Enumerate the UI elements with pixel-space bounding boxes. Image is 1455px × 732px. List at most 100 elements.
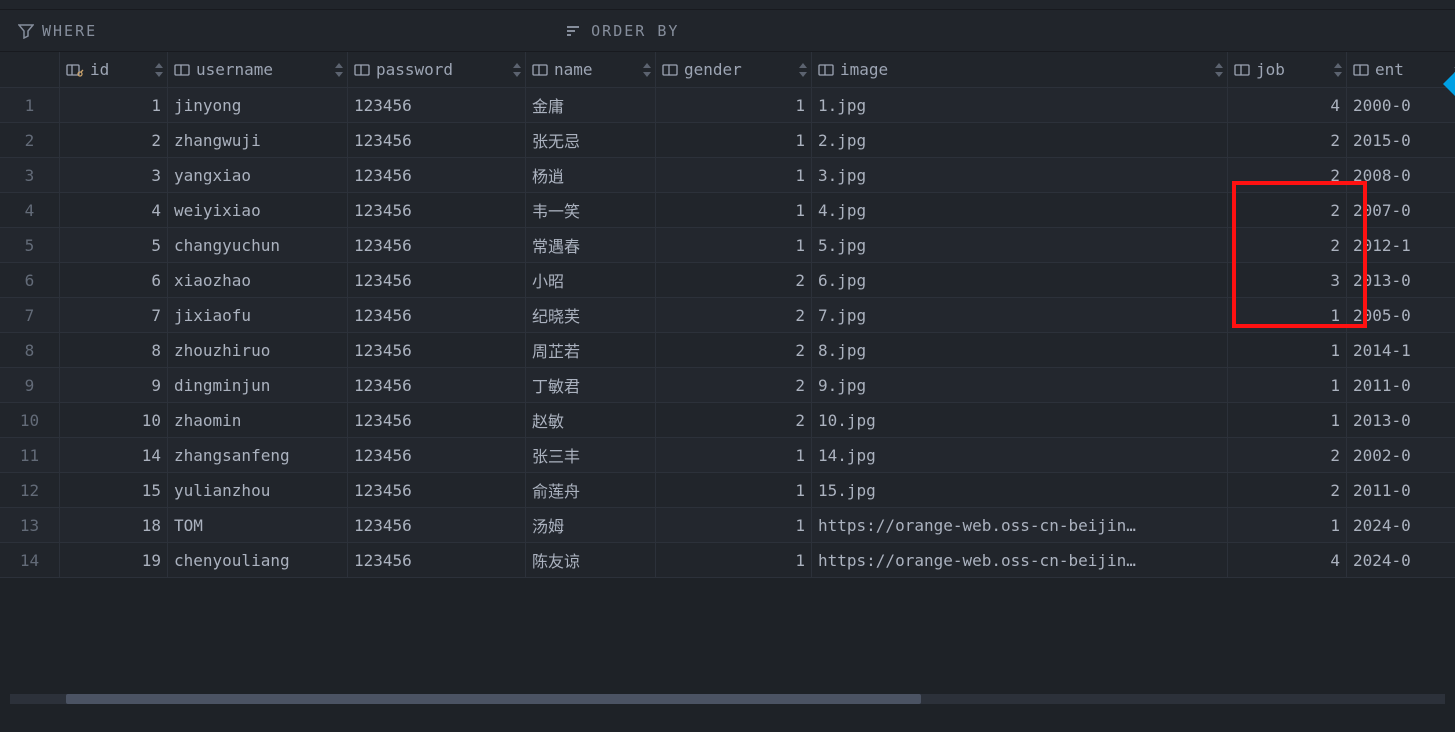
table-row[interactable]: 55changyuchun123456常遇春15.jpg22012-1 bbox=[0, 228, 1455, 263]
sort-arrows-icon[interactable] bbox=[1332, 63, 1342, 77]
cell-job[interactable]: 2 bbox=[1228, 123, 1347, 157]
cell-username[interactable]: yulianzhou bbox=[168, 473, 348, 507]
table-row[interactable]: 66xiaozhao123456小昭26.jpg32013-0 bbox=[0, 263, 1455, 298]
orderby-filter[interactable]: ORDER BY bbox=[553, 18, 691, 44]
cell-job[interactable]: 4 bbox=[1228, 543, 1347, 577]
cell-id[interactable]: 14 bbox=[60, 438, 168, 472]
cell-image[interactable]: 6.jpg bbox=[812, 263, 1228, 297]
cell-username[interactable]: xiaozhao bbox=[168, 263, 348, 297]
cell-gender[interactable]: 1 bbox=[656, 438, 812, 472]
column-header-id[interactable]: id bbox=[60, 52, 168, 87]
scrollbar-thumb[interactable] bbox=[66, 694, 921, 704]
cell-id[interactable]: 10 bbox=[60, 403, 168, 437]
cell-password[interactable]: 123456 bbox=[348, 123, 526, 157]
cell-image[interactable]: 3.jpg bbox=[812, 158, 1228, 192]
cell-image[interactable]: 4.jpg bbox=[812, 193, 1228, 227]
cell-id[interactable]: 2 bbox=[60, 123, 168, 157]
cell-name[interactable]: 陈友谅 bbox=[526, 543, 656, 577]
cell-job[interactable]: 1 bbox=[1228, 403, 1347, 437]
cell-password[interactable]: 123456 bbox=[348, 158, 526, 192]
cell-image[interactable]: https://orange-web.oss-cn-beijin… bbox=[812, 508, 1228, 542]
cell-job[interactable]: 1 bbox=[1228, 298, 1347, 332]
sort-arrows-icon[interactable] bbox=[511, 63, 521, 77]
cell-id[interactable]: 4 bbox=[60, 193, 168, 227]
cell-name[interactable]: 赵敏 bbox=[526, 403, 656, 437]
cell-name[interactable]: 纪晓芙 bbox=[526, 298, 656, 332]
column-header-image[interactable]: image bbox=[812, 52, 1228, 87]
cell-ent[interactable]: 2002-0 bbox=[1347, 438, 1455, 472]
table-row[interactable]: 1318TOM123456汤姆1https://orange-web.oss-c… bbox=[0, 508, 1455, 543]
table-row[interactable]: 11jinyong123456金庸11.jpg42000-0 bbox=[0, 88, 1455, 123]
cell-username[interactable]: changyuchun bbox=[168, 228, 348, 262]
cell-username[interactable]: yangxiao bbox=[168, 158, 348, 192]
cell-password[interactable]: 123456 bbox=[348, 333, 526, 367]
cell-gender[interactable]: 1 bbox=[656, 543, 812, 577]
cell-password[interactable]: 123456 bbox=[348, 88, 526, 122]
cell-id[interactable]: 18 bbox=[60, 508, 168, 542]
cell-password[interactable]: 123456 bbox=[348, 368, 526, 402]
cell-password[interactable]: 123456 bbox=[348, 298, 526, 332]
cell-ent[interactable]: 2008-0 bbox=[1347, 158, 1455, 192]
column-header-password[interactable]: password bbox=[348, 52, 526, 87]
cell-ent[interactable]: 2011-0 bbox=[1347, 368, 1455, 402]
cell-id[interactable]: 19 bbox=[60, 543, 168, 577]
cell-ent[interactable]: 2024-0 bbox=[1347, 508, 1455, 542]
cell-job[interactable]: 2 bbox=[1228, 158, 1347, 192]
cell-gender[interactable]: 2 bbox=[656, 368, 812, 402]
table-row[interactable]: 1010zhaomin123456赵敏210.jpg12013-0 bbox=[0, 403, 1455, 438]
cell-gender[interactable]: 1 bbox=[656, 123, 812, 157]
cell-password[interactable]: 123456 bbox=[348, 228, 526, 262]
cell-job[interactable]: 2 bbox=[1228, 438, 1347, 472]
cell-image[interactable]: 9.jpg bbox=[812, 368, 1228, 402]
cell-username[interactable]: jixiaofu bbox=[168, 298, 348, 332]
horizontal-scrollbar[interactable] bbox=[10, 694, 1445, 704]
cell-job[interactable]: 2 bbox=[1228, 193, 1347, 227]
cell-ent[interactable]: 2015-0 bbox=[1347, 123, 1455, 157]
table-row[interactable]: 77jixiaofu123456纪晓芙27.jpg12005-0 bbox=[0, 298, 1455, 333]
cell-name[interactable]: 张无忌 bbox=[526, 123, 656, 157]
cell-name[interactable]: 常遇春 bbox=[526, 228, 656, 262]
cell-job[interactable]: 1 bbox=[1228, 368, 1347, 402]
table-row[interactable]: 33yangxiao123456杨逍13.jpg22008-0 bbox=[0, 158, 1455, 193]
cell-gender[interactable]: 1 bbox=[656, 228, 812, 262]
cell-ent[interactable]: 2000-0 bbox=[1347, 88, 1455, 122]
table-row[interactable]: 88zhouzhiruo123456周芷若28.jpg12014-1 bbox=[0, 333, 1455, 368]
table-row[interactable]: 44weiyixiao123456韦一笑14.jpg22007-0 bbox=[0, 193, 1455, 228]
column-header-gender[interactable]: gender bbox=[656, 52, 812, 87]
cell-image[interactable]: 2.jpg bbox=[812, 123, 1228, 157]
cell-name[interactable]: 俞莲舟 bbox=[526, 473, 656, 507]
cell-gender[interactable]: 2 bbox=[656, 263, 812, 297]
cell-username[interactable]: chenyouliang bbox=[168, 543, 348, 577]
cell-password[interactable]: 123456 bbox=[348, 508, 526, 542]
cell-password[interactable]: 123456 bbox=[348, 438, 526, 472]
cell-id[interactable]: 3 bbox=[60, 158, 168, 192]
cell-ent[interactable]: 2014-1 bbox=[1347, 333, 1455, 367]
column-header-job[interactable]: job bbox=[1228, 52, 1347, 87]
column-header-username[interactable]: username bbox=[168, 52, 348, 87]
cell-username[interactable]: weiyixiao bbox=[168, 193, 348, 227]
cell-name[interactable]: 丁敏君 bbox=[526, 368, 656, 402]
cell-id[interactable]: 6 bbox=[60, 263, 168, 297]
cell-name[interactable]: 杨逍 bbox=[526, 158, 656, 192]
cell-id[interactable]: 1 bbox=[60, 88, 168, 122]
cell-gender[interactable]: 1 bbox=[656, 193, 812, 227]
table-row[interactable]: 1114zhangsanfeng123456张三丰114.jpg22002-0 bbox=[0, 438, 1455, 473]
cell-name[interactable]: 小昭 bbox=[526, 263, 656, 297]
cell-job[interactable]: 4 bbox=[1228, 88, 1347, 122]
cell-gender[interactable]: 1 bbox=[656, 473, 812, 507]
cell-username[interactable]: zhangwuji bbox=[168, 123, 348, 157]
cell-name[interactable]: 汤姆 bbox=[526, 508, 656, 542]
cell-gender[interactable]: 2 bbox=[656, 333, 812, 367]
cell-name[interactable]: 周芷若 bbox=[526, 333, 656, 367]
cell-image[interactable]: 7.jpg bbox=[812, 298, 1228, 332]
cell-name[interactable]: 金庸 bbox=[526, 88, 656, 122]
cell-id[interactable]: 5 bbox=[60, 228, 168, 262]
cell-ent[interactable]: 2011-0 bbox=[1347, 473, 1455, 507]
cell-image[interactable]: 10.jpg bbox=[812, 403, 1228, 437]
cell-username[interactable]: zhaomin bbox=[168, 403, 348, 437]
cell-password[interactable]: 123456 bbox=[348, 403, 526, 437]
cell-password[interactable]: 123456 bbox=[348, 543, 526, 577]
sort-arrows-icon[interactable] bbox=[333, 63, 343, 77]
cell-job[interactable]: 1 bbox=[1228, 333, 1347, 367]
cell-image[interactable]: 14.jpg bbox=[812, 438, 1228, 472]
